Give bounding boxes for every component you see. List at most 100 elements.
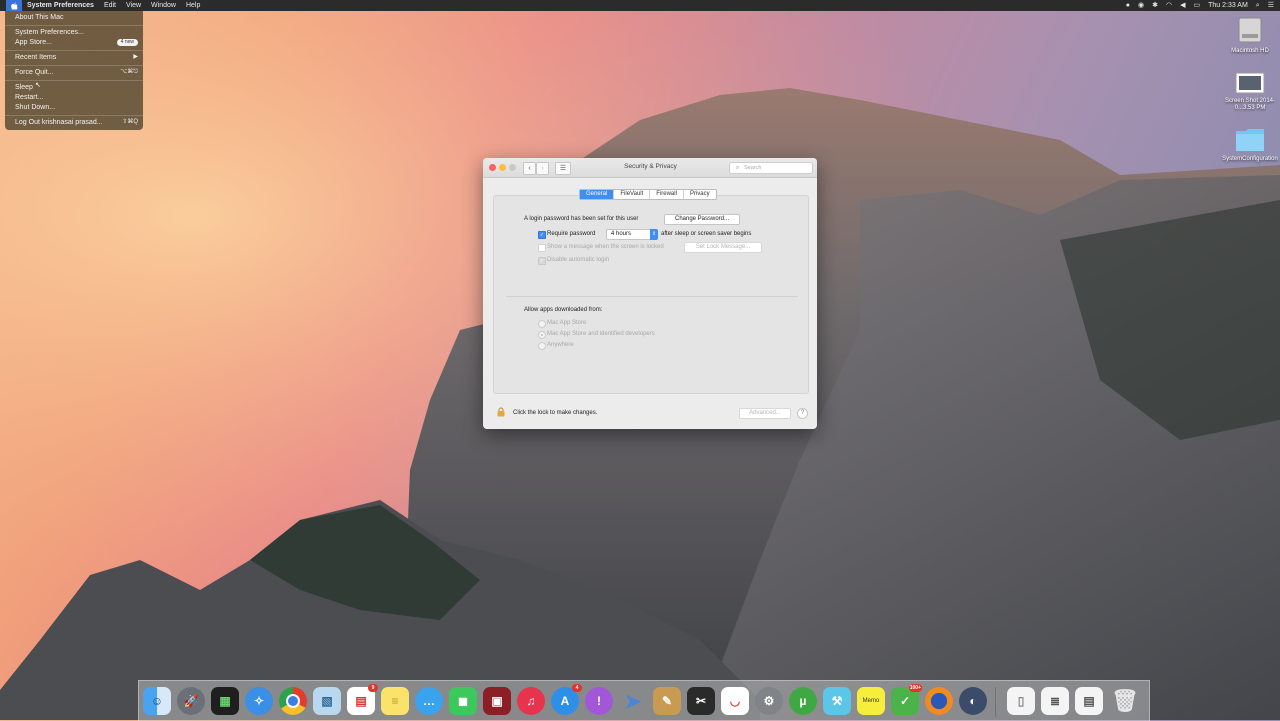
- menu-window[interactable]: Window: [146, 0, 181, 11]
- mouse-cursor-icon: ↖: [35, 82, 41, 89]
- trash-icon[interactable]: 🗑: [1111, 687, 1139, 715]
- evernote-icon[interactable]: ✓ 100+: [891, 684, 922, 715]
- window-title: Security & Privacy: [624, 163, 677, 170]
- spotlight-icon[interactable]: ⌕: [1256, 0, 1260, 11]
- after-sleep-text: after sleep or screen saver begins: [661, 231, 752, 237]
- security-privacy-window: ‹ › ☰ Security & Privacy ⌕ Search A logi…: [483, 158, 817, 429]
- memo-label: Memo: [862, 698, 880, 704]
- calendar-badge: 9: [368, 684, 378, 692]
- app-store-icon[interactable]: A4: [551, 684, 582, 715]
- calendar-icon[interactable]: ▤ 9: [347, 684, 378, 715]
- disable-auto-login-checkbox[interactable]: ✓: [538, 257, 546, 265]
- show-all-button[interactable]: ☰: [555, 162, 571, 175]
- back-button[interactable]: ‹: [523, 162, 536, 175]
- require-password-checkbox[interactable]: ✓: [538, 231, 546, 239]
- zoom-button[interactable]: [509, 164, 516, 171]
- search-input[interactable]: ⌕ Search: [729, 162, 813, 174]
- photo-booth-icon[interactable]: ▣: [483, 687, 511, 715]
- menu-item-app-store[interactable]: App Store... 4 new: [15, 38, 138, 47]
- volume-icon[interactable]: ◀: [1180, 0, 1185, 11]
- desktop-icon-systemconfiguration[interactable]: SystemConfiguration: [1218, 126, 1280, 163]
- facetime-icon[interactable]: ◼: [449, 687, 477, 715]
- desktop-icon-macintosh-hd[interactable]: Macintosh HD: [1218, 16, 1280, 55]
- feedback-icon[interactable]: !: [585, 687, 613, 715]
- hard-drive-icon: [1238, 17, 1262, 43]
- launchpad-icon[interactable]: 🚀: [177, 687, 205, 715]
- dock: ☺ 🚀 ▦ ✧ ▧ ▤ 9 ≡ … ◼ ▣ ♫ A4 ! ➤ ✎ ✂ ◡ ⚙ µ …: [138, 680, 1150, 721]
- radio-anywhere-label: Anywhere: [547, 342, 574, 348]
- menu-clock[interactable]: Thu 2:33 AM: [1208, 0, 1248, 11]
- final-cut-icon[interactable]: ✂: [687, 687, 715, 715]
- chevron-updown-icon: ⇕: [650, 229, 658, 240]
- menu-item-system-preferences[interactable]: System Preferences...: [15, 28, 138, 37]
- stack-icon[interactable]: ▤: [1075, 687, 1103, 715]
- menu-edit[interactable]: Edit: [99, 0, 121, 11]
- itunes-icon[interactable]: ♫: [517, 687, 545, 715]
- grid-icon: ☰: [559, 165, 567, 172]
- tab-firewall[interactable]: Firewall: [650, 190, 684, 199]
- desktop-icon-screenshot[interactable]: Screen Shot 2014-0...3.53 PM: [1218, 72, 1280, 112]
- require-password-label: Require password: [547, 231, 596, 237]
- menu-item-log-out[interactable]: Log Out krishnasai prasad... ⇧⌘Q: [15, 118, 138, 127]
- chrome-icon[interactable]: [279, 687, 307, 715]
- pocket-icon[interactable]: ◡: [721, 687, 749, 715]
- close-button[interactable]: [489, 164, 496, 171]
- menu-view[interactable]: View: [121, 0, 146, 11]
- notification-icon[interactable]: ●: [1126, 0, 1130, 11]
- menu-item-force-quit[interactable]: Force Quit... ⌥⌘⎋: [15, 68, 138, 77]
- help-button[interactable]: ?: [797, 408, 808, 419]
- safari-icon[interactable]: ✧: [245, 687, 273, 715]
- menu-item-sleep[interactable]: Sleep: [15, 83, 138, 92]
- apple-menu-icon[interactable]: [6, 0, 22, 11]
- menu-help[interactable]: Help: [181, 0, 205, 11]
- require-password-select[interactable]: 4 hours ⇕: [606, 229, 658, 240]
- timemachine-icon[interactable]: ◉: [1138, 0, 1144, 11]
- menu-app-name[interactable]: System Preferences: [22, 0, 99, 11]
- advanced-button[interactable]: Advanced...: [739, 408, 791, 419]
- radio-mac-app-store[interactable]: [538, 320, 546, 328]
- menu-item-shut-down[interactable]: Shut Down...: [15, 103, 138, 112]
- menu-item-recent-items[interactable]: Recent Items ▶: [15, 53, 138, 62]
- preview-icon[interactable]: ▧: [313, 687, 341, 715]
- tab-general[interactable]: General: [580, 190, 615, 199]
- tab-filevault[interactable]: FileVault: [614, 190, 651, 199]
- lock-icon[interactable]: [496, 407, 506, 417]
- xcode-icon[interactable]: ⚒: [823, 687, 851, 715]
- divider: [506, 296, 798, 297]
- show-message-checkbox[interactable]: [538, 244, 546, 252]
- radio-identified-developers-label: Mac App Store and identified developers: [547, 331, 655, 337]
- menu-item-about[interactable]: About This Mac: [15, 13, 138, 22]
- chevron-left-icon: ‹: [528, 165, 531, 172]
- chevron-right-icon: ›: [541, 165, 544, 172]
- menu-item-restart[interactable]: Restart...: [15, 93, 138, 102]
- memo-icon[interactable]: Memo: [857, 687, 885, 715]
- bluetooth-icon[interactable]: ✱: [1152, 0, 1158, 11]
- minimize-button[interactable]: [499, 164, 506, 171]
- mission-control-icon[interactable]: ▦: [211, 687, 239, 715]
- forward-button[interactable]: ›: [536, 162, 549, 175]
- send-icon[interactable]: ➤: [619, 687, 647, 715]
- tab-privacy[interactable]: Privacy: [684, 190, 716, 199]
- firefox-icon[interactable]: [925, 687, 953, 715]
- finder-icon[interactable]: ☺: [143, 687, 171, 715]
- radio-anywhere[interactable]: [538, 342, 546, 350]
- title-bar[interactable]: ‹ › ☰ Security & Privacy ⌕ Search: [483, 158, 817, 178]
- messages-icon[interactable]: …: [415, 687, 443, 715]
- recent-items-label: Recent Items: [15, 54, 57, 61]
- list-document-icon[interactable]: ≣: [1041, 687, 1069, 715]
- photo-editor-icon[interactable]: ✎: [653, 687, 681, 715]
- menu-bar: System Preferences Edit View Window Help…: [0, 0, 1280, 11]
- battery-icon[interactable]: ▭: [1193, 0, 1200, 11]
- radio-identified-developers[interactable]: [538, 331, 546, 339]
- document-icon[interactable]: ▯: [1007, 687, 1035, 715]
- wifi-icon[interactable]: ◠: [1166, 0, 1172, 11]
- notes-icon[interactable]: ≡: [381, 687, 409, 715]
- force-quit-label: Force Quit...: [15, 69, 54, 76]
- image-thumbnail-icon: [1235, 72, 1265, 94]
- browser-icon[interactable]: ◐: [959, 687, 987, 715]
- system-preferences-icon[interactable]: ⚙: [755, 687, 783, 715]
- utorrent-icon[interactable]: µ: [789, 687, 817, 715]
- notification-center-icon[interactable]: ☰: [1268, 0, 1274, 11]
- change-password-button[interactable]: Change Password...: [664, 214, 740, 225]
- set-lock-message-button[interactable]: Set Lock Message...: [684, 242, 762, 253]
